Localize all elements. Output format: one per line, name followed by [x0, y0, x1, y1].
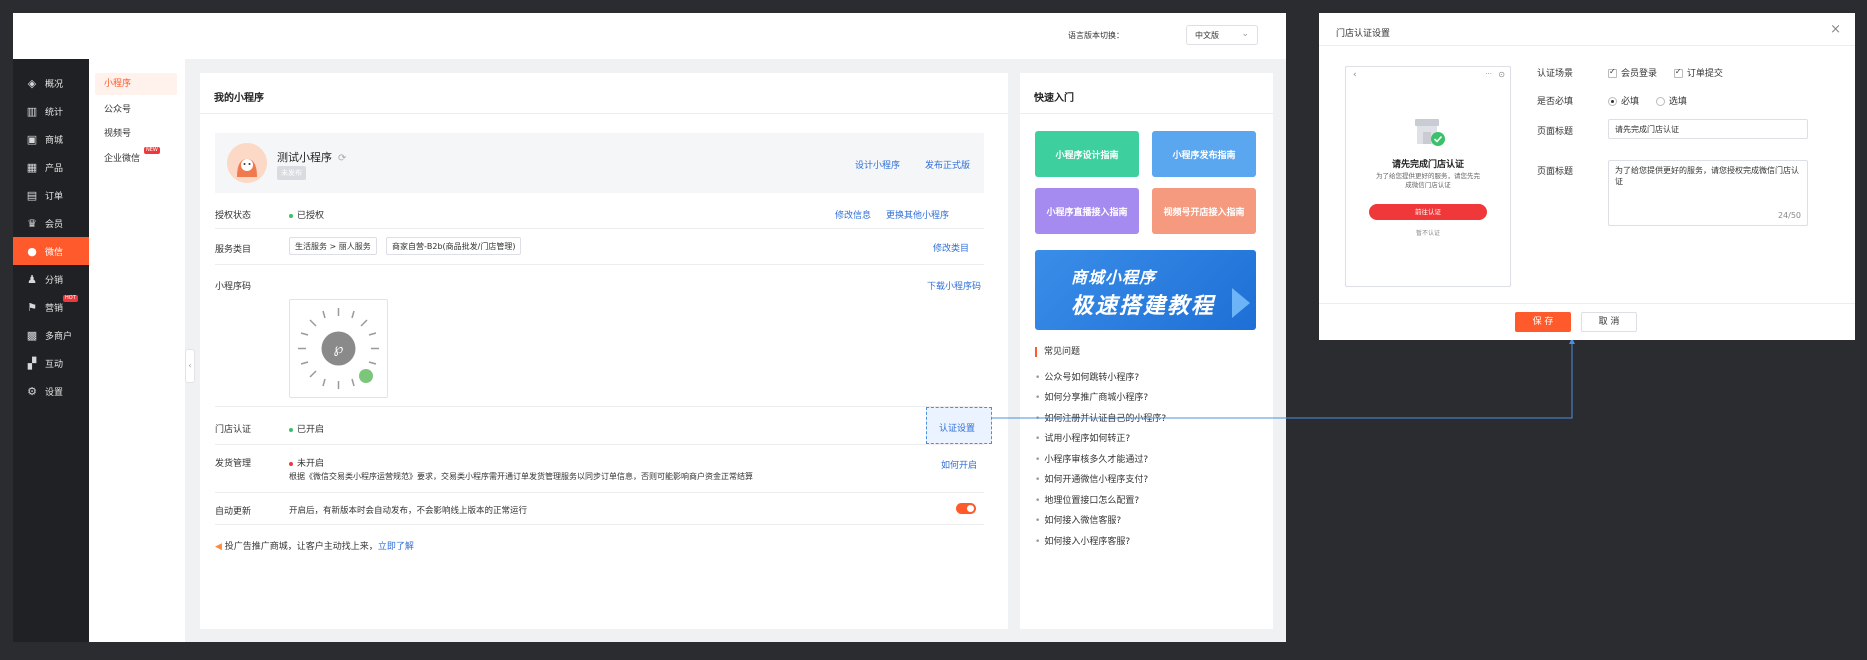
optional-radio[interactable]: 选填 [1655, 97, 1687, 107]
page-title-input[interactable]: 请先完成门店认证 [1608, 119, 1808, 139]
page-desc-label: 页面标题 [1537, 167, 1574, 177]
phone-skip-link: 暂不认证 [1415, 230, 1440, 237]
scene-options: 会员登录 订单提交 [1608, 66, 1723, 79]
phone-title: 请先完成门店认证 [1391, 160, 1464, 170]
char-count: 24/50 [1777, 211, 1801, 220]
modal-title: 门店认证设置 [1336, 29, 1391, 39]
more-icon: ··· [1485, 70, 1492, 78]
store-icon [1415, 119, 1445, 146]
cancel-button[interactable]: 取 消 [1581, 312, 1637, 332]
required-label: 是否必填 [1537, 97, 1574, 107]
phone-preview: ‹ ··· ⊙ 请先完成门店认证 为了给您提供更好的服务，请您先完成微信门店认证… [1345, 66, 1511, 287]
scene-label: 认证场景 [1537, 69, 1574, 79]
required-options: 必填 选填 [1608, 94, 1687, 107]
page-title-label: 页面标题 [1537, 127, 1574, 137]
phone-auth-button: 前往认证 [1369, 204, 1487, 220]
page-desc-textarea[interactable]: 为了给您提供更好的服务，请您授权完成微信门店认证 24/50 [1608, 160, 1808, 226]
close-icon[interactable]: × [1830, 22, 1841, 37]
phone-description: 为了给您提供更好的服务，请您先完成微信门店认证 [1376, 172, 1480, 189]
target-icon: ⊙ [1498, 70, 1505, 79]
scene-member-login-checkbox[interactable]: 会员登录 [1608, 67, 1657, 79]
store-auth-modal: 门店认证设置 × ‹ ··· ⊙ 请先完成门店认证 为了给您提供更好的服务，请您… [1319, 13, 1855, 340]
required-radio[interactable]: 必填 [1608, 97, 1639, 107]
back-icon: ‹ [1353, 70, 1357, 80]
save-button[interactable]: 保 存 [1515, 312, 1571, 332]
scene-order-submit-checkbox[interactable]: 订单提交 [1673, 67, 1723, 79]
